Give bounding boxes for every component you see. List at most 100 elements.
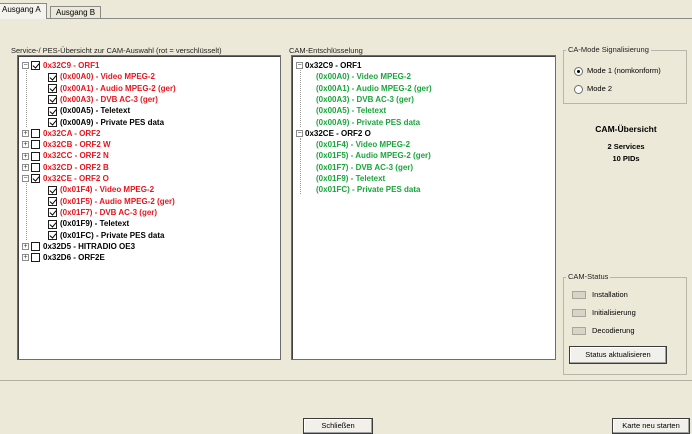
tree-node-label: (0x01F9) - Teletext: [60, 219, 130, 229]
tree-pid-node[interactable]: (0x01F4) - Video MPEG-2: [316, 139, 410, 150]
tree-node-label: (0x01F9) - Teletext: [316, 174, 386, 183]
radio-unselected-icon: [574, 84, 583, 94]
tree-node-label: (0x00A9) - Private PES data: [60, 117, 165, 127]
status-initialisierung-label: Initialisierung: [592, 308, 636, 317]
collapse-icon[interactable]: −: [22, 62, 29, 70]
checkbox-checked-icon[interactable]: [48, 72, 57, 82]
tree-service-node[interactable]: −0x32C9 - ORF1: [296, 60, 361, 71]
tree-pid-node[interactable]: (0x01F9) - Teletext: [48, 218, 129, 229]
tree-node-label: (0x01F4) - Video MPEG-2: [60, 185, 155, 195]
tree-pid-node[interactable]: (0x00A3) - DVB AC-3 (ger): [316, 94, 414, 105]
status-led-icon: [572, 327, 586, 336]
status-decodierung: Decodierung: [572, 326, 635, 336]
tree-service-node[interactable]: +0x32D5 - HITRADIO OE3: [22, 241, 135, 252]
tree-pid-node[interactable]: (0x01F4) - Video MPEG-2: [48, 184, 154, 195]
tree-pid-node[interactable]: (0x00A5) - Teletext: [316, 105, 386, 116]
tree-pid-node[interactable]: (0x01F7) - DVB AC-3 (ger): [316, 162, 413, 173]
tree-pid-node[interactable]: (0x00A3) - DVB AC-3 (ger): [48, 94, 158, 105]
tree-pid-node[interactable]: (0x00A0) - Video MPEG-2: [316, 71, 411, 82]
checkbox-checked-icon[interactable]: [48, 117, 57, 127]
mode-1-label: Mode 1 (nomkonform): [587, 66, 661, 75]
tree-service-node[interactable]: − 0x32C9 - ORF1: [22, 60, 99, 71]
tree-service-node[interactable]: +0x32CC - ORF2 N: [22, 150, 109, 161]
tree-service-node[interactable]: −0x32CE - ORF2 O: [22, 173, 109, 184]
expand-icon[interactable]: +: [22, 164, 29, 172]
tree-node-label: (0x01F7) - DVB AC-3 (ger): [316, 162, 414, 172]
tree-node-label: (0x00A9) - Private PES data: [316, 117, 421, 127]
checkbox-unchecked-icon[interactable]: [31, 129, 40, 139]
checkbox-checked-icon[interactable]: [48, 83, 57, 93]
update-status-button[interactable]: Status aktualisieren: [569, 346, 667, 364]
checkbox-checked-icon[interactable]: [48, 106, 57, 116]
tree-node-label: (0x00A0) - Video MPEG-2: [60, 72, 155, 82]
checkbox-checked-icon[interactable]: [48, 219, 57, 229]
tree-pid-node[interactable]: (0x00A0) - Video MPEG-2: [48, 71, 155, 82]
tree-pid-node[interactable]: (0x01FC) - Private PES data: [316, 184, 420, 195]
tree-pid-node[interactable]: (0x01F5) - Audio MPEG-2 (ger): [316, 150, 431, 161]
expand-icon[interactable]: +: [22, 141, 29, 149]
status-installation-label: Installation: [592, 290, 628, 299]
tree-node-label: 0x32C9 - ORF1: [305, 61, 362, 70]
tree-pid-node[interactable]: (0x01FC) - Private PES data: [48, 230, 164, 241]
mode-2-radio[interactable]: Mode 2: [574, 84, 612, 94]
checkbox-checked-icon[interactable]: [48, 208, 57, 218]
tree-node-label: 0x32CA - ORF2: [43, 128, 101, 138]
tree-pid-node[interactable]: (0x00A5) - Teletext: [48, 105, 130, 116]
expand-icon[interactable]: +: [22, 254, 29, 262]
collapse-icon[interactable]: −: [22, 175, 29, 183]
checkbox-checked-icon[interactable]: [31, 61, 40, 71]
tree-node-label: 0x32D5 - HITRADIO OE3: [43, 241, 136, 251]
checkbox-checked-icon[interactable]: [48, 196, 57, 206]
status-installation: Installation: [572, 290, 628, 300]
tree-node-label: (0x00A5) - Teletext: [60, 106, 131, 116]
tree-service-node[interactable]: +0x32CA - ORF2: [22, 128, 101, 139]
checkbox-checked-icon[interactable]: [48, 95, 57, 105]
cam-decryption-tree[interactable]: −0x32C9 - ORF1 (0x00A0) - Video MPEG-2 (0x…: [291, 55, 556, 360]
tree-node-label: 0x32CE - ORF2 O: [305, 128, 371, 138]
checkbox-checked-icon[interactable]: [48, 185, 57, 195]
tree-pid-node[interactable]: (0x00A9) - Private PES data: [316, 117, 420, 128]
tab-strip: Ausgang A Ausgang B: [0, 0, 692, 19]
tree-pid-node[interactable]: (0x01F7) - DVB AC-3 (ger): [48, 207, 157, 218]
tree-node-label: (0x00A0) - Video MPEG-2: [316, 72, 411, 82]
ca-mode-group: [563, 50, 687, 104]
tree-pid-node[interactable]: (0x00A9) - Private PES data: [48, 117, 164, 128]
checkbox-checked-icon[interactable]: [48, 230, 57, 240]
tree-pid-node[interactable]: (0x00A1) - Audio MPEG-2 (ger): [48, 83, 176, 94]
status-initialisierung: Initialisierung: [572, 308, 636, 318]
tree-pid-node[interactable]: (0x00A1) - Audio MPEG-2 (ger): [316, 83, 432, 94]
tree-node-label: (0x00A3) - DVB AC-3 (ger): [316, 94, 414, 104]
checkbox-unchecked-icon[interactable]: [31, 151, 40, 161]
tree-service-node[interactable]: −0x32CE - ORF2 O: [296, 128, 371, 139]
dialog-footer: Schließen Karte neu starten: [0, 380, 692, 434]
tree-node-label: 0x32C9 - ORF1: [43, 61, 100, 70]
collapse-icon[interactable]: −: [296, 62, 303, 70]
service-tree[interactable]: −0x32C9 - ORF1 (0x00A0) - Video MPEG-2 (0x…: [17, 55, 281, 360]
status-decodierung-label: Decodierung: [592, 326, 635, 335]
checkbox-unchecked-icon[interactable]: [31, 140, 40, 150]
tab-ausgang-a[interactable]: Ausgang A: [0, 3, 47, 19]
cam-overview-title: CAM-Übersicht: [595, 124, 657, 134]
tree-node-label: (0x00A3) - DVB AC-3 (ger): [60, 94, 158, 104]
close-button[interactable]: Schließen: [303, 418, 373, 434]
tree-node-label: (0x01F4) - Video MPEG-2: [316, 140, 411, 150]
expand-icon[interactable]: +: [22, 130, 29, 138]
tree-node-label: (0x00A1) - Audio MPEG-2 (ger): [316, 83, 432, 93]
collapse-icon[interactable]: −: [296, 130, 303, 138]
tree-pid-node[interactable]: (0x01F9) - Teletext: [316, 173, 385, 184]
mode-1-radio[interactable]: Mode 1 (nomkonform): [574, 66, 661, 76]
checkbox-unchecked-icon[interactable]: [31, 253, 40, 263]
checkbox-checked-icon[interactable]: [31, 174, 40, 184]
expand-icon[interactable]: +: [22, 152, 29, 160]
tree-node-label: 0x32CD - ORF2 B: [43, 162, 109, 172]
tree-node-label: 0x32CC - ORF2 N: [43, 151, 109, 161]
tree-pid-node[interactable]: (0x01F5) - Audio MPEG-2 (ger): [48, 196, 175, 207]
tree-service-node[interactable]: +0x32D6 - ORF2E: [22, 252, 105, 263]
expand-icon[interactable]: +: [22, 243, 29, 251]
radio-selected-icon: [574, 66, 583, 76]
checkbox-unchecked-icon[interactable]: [31, 242, 40, 252]
restart-card-button[interactable]: Karte neu starten: [612, 418, 690, 434]
tree-service-node[interactable]: +0x32CB - ORF2 W: [22, 139, 111, 150]
checkbox-unchecked-icon[interactable]: [31, 163, 40, 173]
tree-service-node[interactable]: +0x32CD - ORF2 B: [22, 162, 109, 173]
